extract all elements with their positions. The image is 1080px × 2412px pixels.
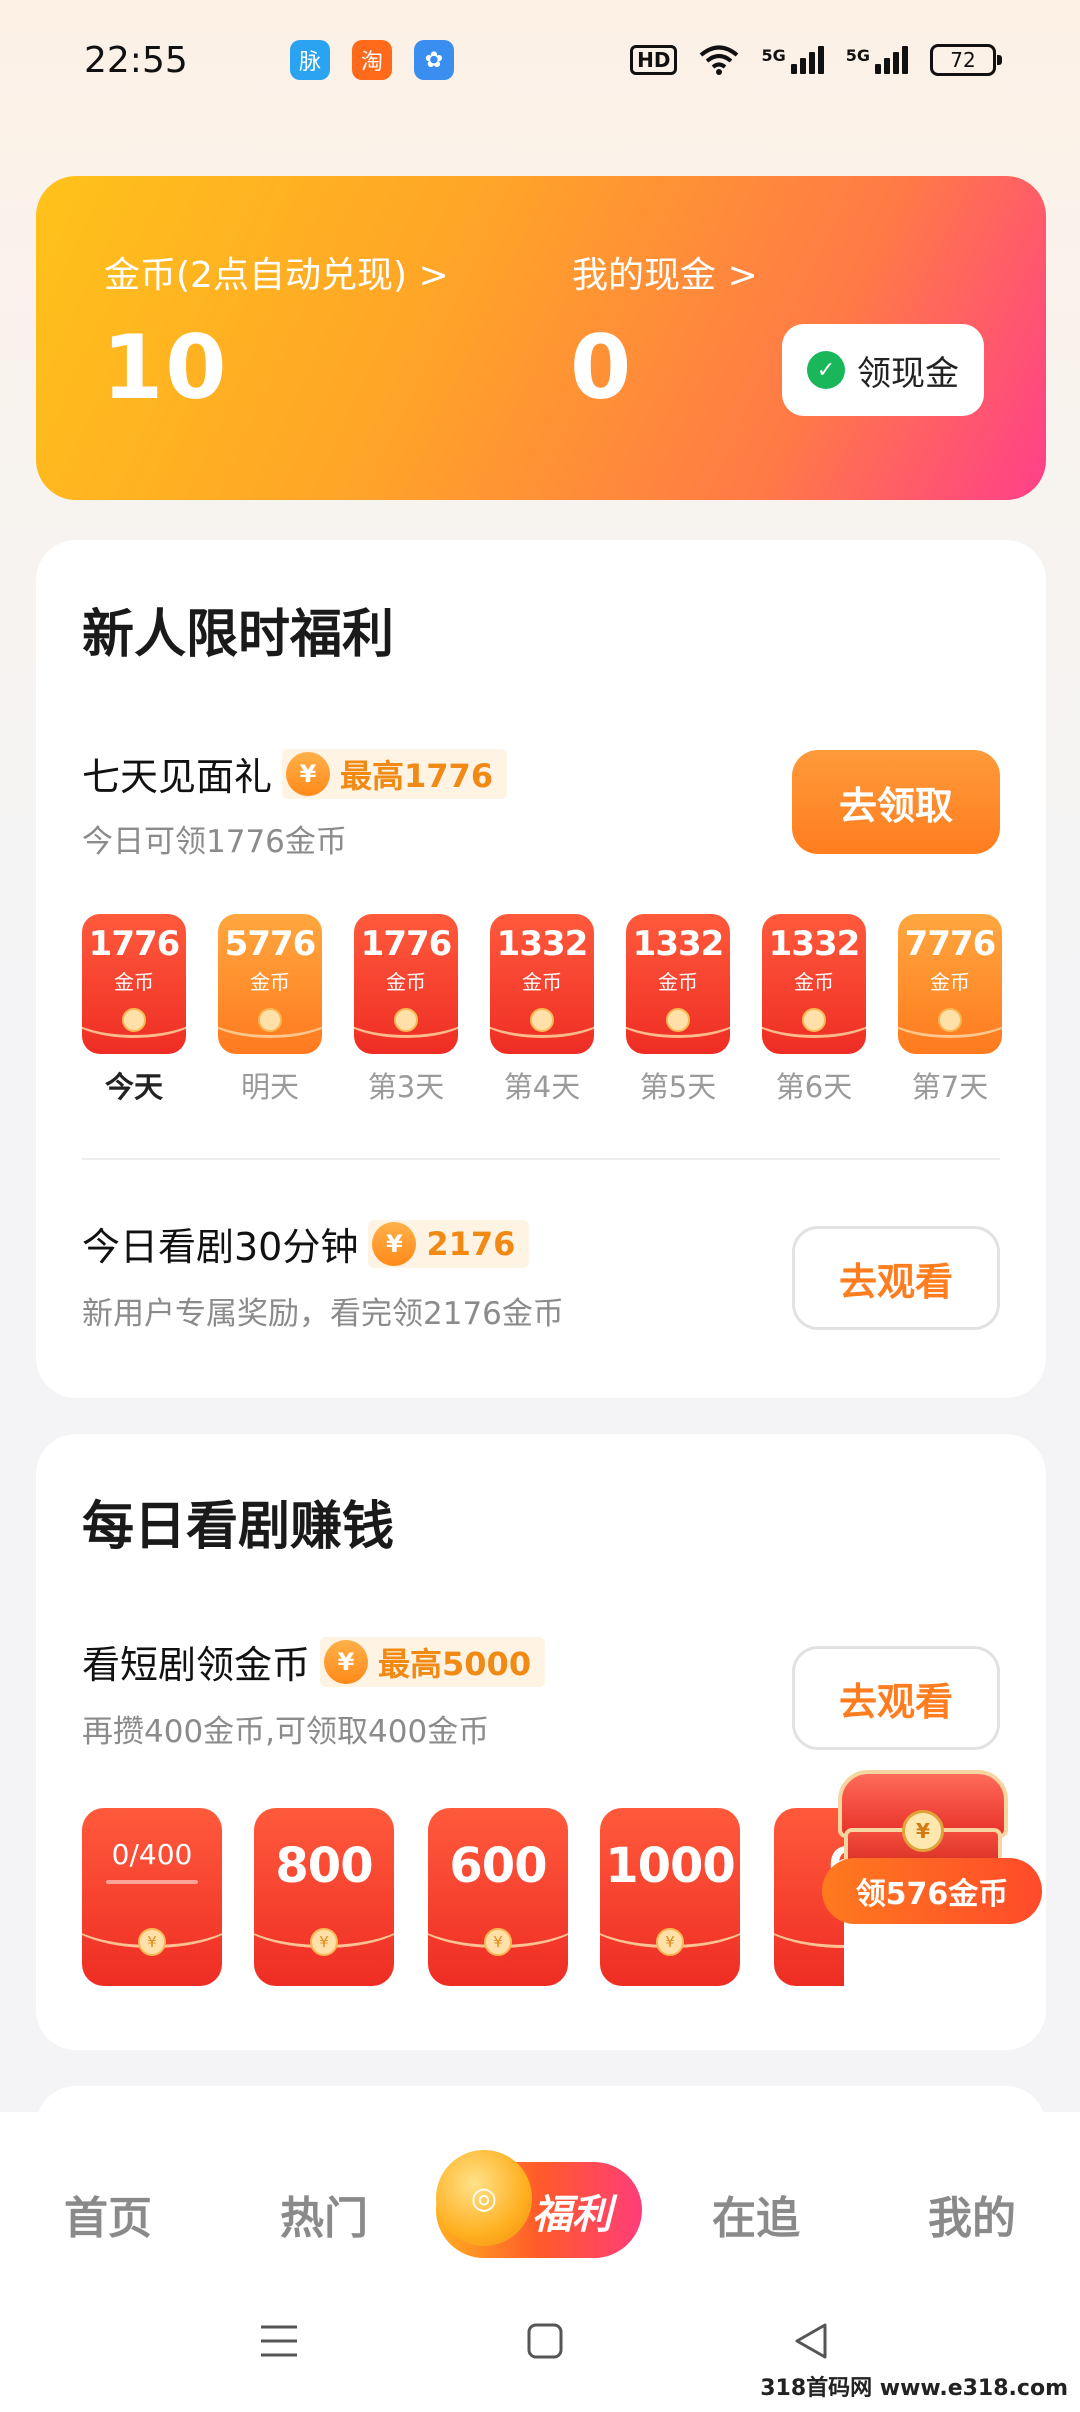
watch-today-reward-badge: ¥ 2176 [368,1219,530,1268]
day-reward-envelope[interactable]: 1332 金币 [490,914,594,1054]
envelope-seal-icon [258,1008,282,1032]
short-drama-max-badge: ¥ 最高5000 [320,1636,546,1687]
day-reward-envelope[interactable]: 1776 金币 [82,914,186,1054]
taobao-app-icon: 淘 [352,40,392,80]
yen-coin-icon: ¥ [324,1639,369,1684]
day-label: 今天 [104,1070,163,1104]
status-app-icons: 脉 淘 ✿ [290,40,454,80]
reward-envelope[interactable]: 800 ¥ [254,1808,394,1986]
cash-value: 0 [570,316,634,419]
menu-icon[interactable] [254,2316,304,2366]
watch-short-drama-button[interactable]: 去观看 [792,1646,1000,1750]
claim-seven-day-button[interactable]: 去领取 [792,750,1000,854]
divider [82,1158,1000,1160]
day-reward-envelope[interactable]: 1332 金币 [762,914,866,1054]
status-indicators: HD 5G 5G 72 [630,44,1002,76]
status-bar: 22:55 脉 淘 ✿ HD 5G 5G 72 [0,0,1080,120]
watch-today-title: 今日看剧30分钟 ¥ 2176 [82,1216,530,1271]
yen-coin-icon: ¥ [286,751,331,796]
envelope-seal-icon [530,1008,554,1032]
daily-section-title: 每日看剧赚钱 [82,1497,395,1557]
day-reward-envelope[interactable]: 1332 金币 [626,914,730,1054]
watch-today-subtitle: 新用户专属奖励，看完领2176金币 [82,1296,564,1332]
tab-following[interactable]: 在追 [676,2182,836,2246]
envelope-seal-icon [122,1008,146,1032]
withdraw-cash-button[interactable]: ✓ 领现金 [782,324,984,416]
day-label: 第6天 [775,1070,853,1104]
hd-voice-icon: HD [630,45,678,75]
signal-icon-sim1: 5G [761,46,824,74]
watch-today-button[interactable]: 去观看 [792,1226,1000,1330]
envelope-seal-icon [394,1008,418,1032]
coins-label-link[interactable]: 金币(2点自动兑现) > [104,246,449,298]
watermark-text: 318首码网 www.e318.com [760,2370,1068,2402]
battery-icon: 72 [930,44,1002,76]
day-label: 第7天 [911,1070,989,1104]
day-label: 第4天 [503,1070,581,1104]
envelope-seal-icon: ¥ [656,1928,684,1956]
reward-envelope[interactable]: 600 ¥ [428,1808,568,1986]
tab-welfare[interactable]: ◎ 福利 [436,2150,642,2258]
day-label: 第5天 [639,1070,717,1104]
day-reward-envelope[interactable]: 5776 金币 [218,914,322,1054]
home-icon[interactable] [520,2316,570,2366]
claim-chest-button[interactable]: 领576金币 [822,1858,1042,1924]
status-time: 22:55 [84,39,188,81]
balance-card: 金币(2点自动兑现) > 10 我的现金 > 0 ✓ 领现金 [36,176,1046,500]
cash-label-link[interactable]: 我的现金 > [572,246,758,298]
treasure-chest-widget[interactable]: ¥ 领576金币 [818,1770,1042,1924]
tab-home[interactable]: 首页 [28,2182,188,2246]
envelope-seal-icon [938,1008,962,1032]
seven-day-gift-title: 七天见面礼 ¥ 最高1776 [82,746,508,801]
seven-day-max-badge: ¥ 最高1776 [282,748,508,799]
envelope-seal-icon: ¥ [138,1928,166,1956]
seven-day-subtitle: 今日可领1776金币 [82,824,347,860]
tab-mine[interactable]: 我的 [892,2182,1052,2246]
envelope-seal-icon [802,1008,826,1032]
newcomer-welfare-card: 新人限时福利 七天见面礼 ¥ 最高1776 今日可领1776金币 去领取 177… [36,540,1046,1398]
day-reward-envelope[interactable]: 1776 金币 [354,914,458,1054]
envelope-seal-icon: ¥ [484,1928,512,1956]
back-icon[interactable] [786,2316,836,2366]
short-drama-task-title: 看短剧领金币 ¥ 最高5000 [82,1634,546,1689]
signal-icon-sim2: 5G [846,46,908,74]
reward-progress-text: 0/400 [111,1838,193,1871]
pinwheel-app-icon: ✿ [414,40,454,80]
progress-reward-envelope[interactable]: 0/400 ¥ [82,1808,222,1986]
welfare-coin-icon: ◎ [436,2150,532,2246]
wechat-pay-icon: ✓ [807,351,845,389]
envelope-seal-icon: ¥ [310,1928,338,1956]
yen-coin-icon: ¥ [372,1221,417,1266]
reward-envelope[interactable]: 1000 ¥ [600,1808,740,1986]
newcomer-section-title: 新人限时福利 [82,605,395,665]
chest-coin-icon: ¥ [902,1810,944,1852]
maimai-app-icon: 脉 [290,40,330,80]
withdraw-cash-label: 领现金 [857,353,959,394]
day-reward-envelope[interactable]: 7776 金币 [898,914,1002,1054]
short-drama-subtitle: 再攒400金币,可领取400金币 [82,1714,490,1750]
tab-hot[interactable]: 热门 [244,2182,404,2246]
coins-value: 10 [102,316,229,419]
day-label: 明天 [240,1070,299,1104]
day-label: 第3天 [367,1070,445,1104]
wifi-icon [700,45,739,75]
envelope-seal-icon [666,1008,690,1032]
